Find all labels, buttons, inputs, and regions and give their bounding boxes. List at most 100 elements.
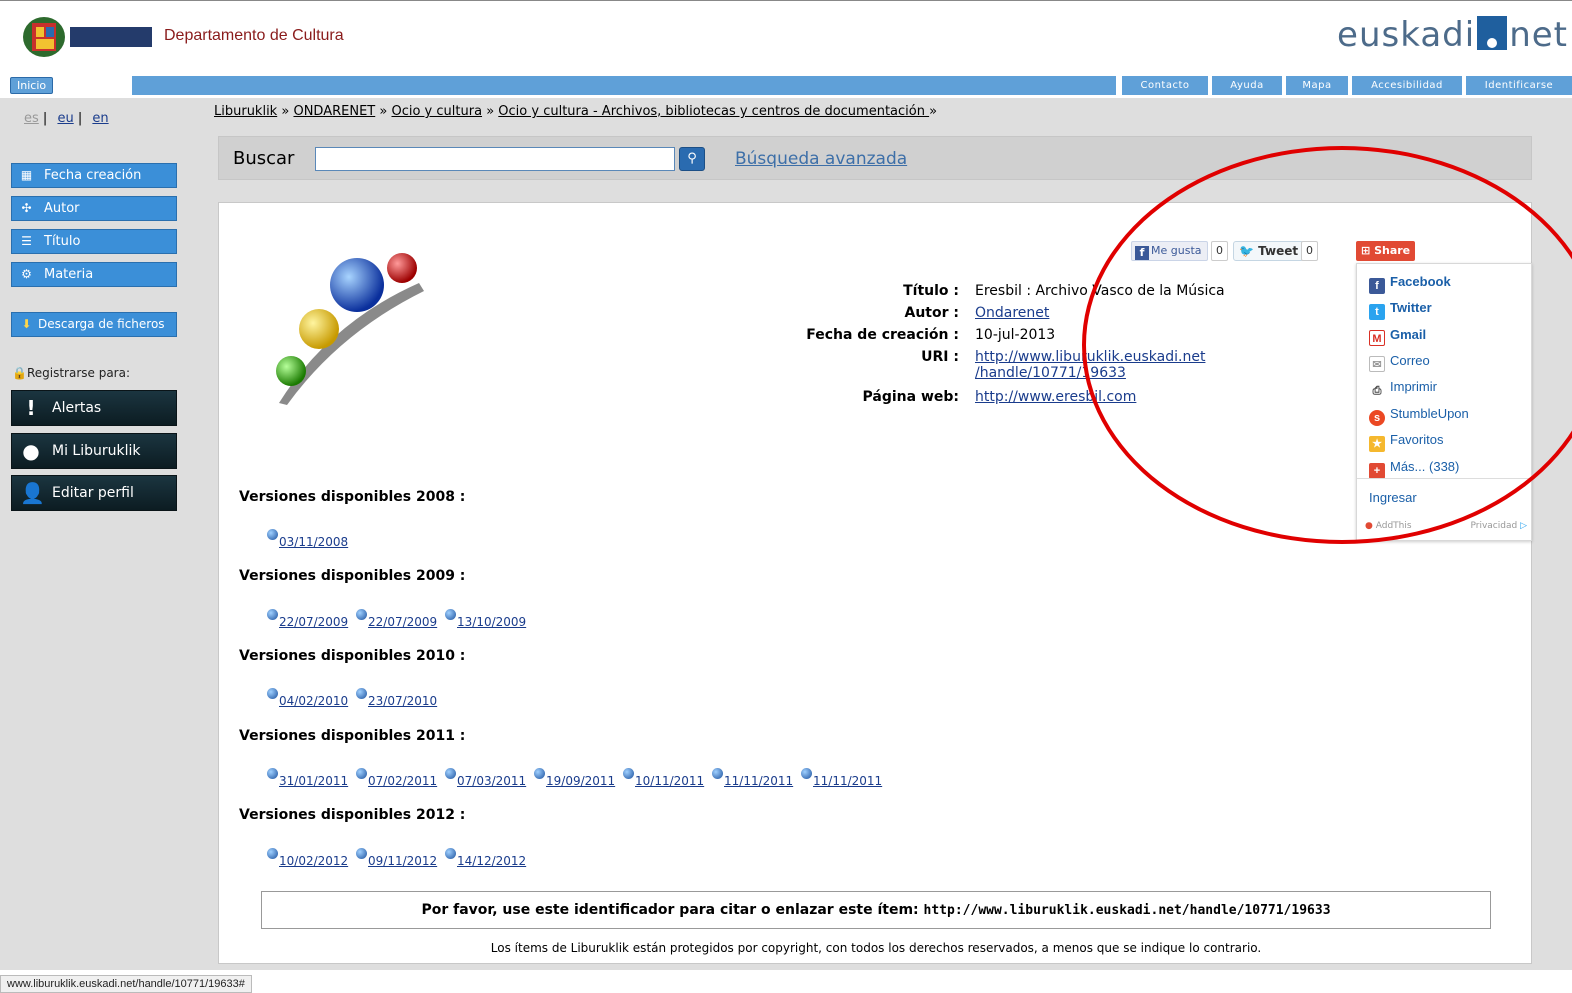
share-gmail[interactable]: M Gmail — [1369, 325, 1426, 346]
tweet-button[interactable]: 🐦 Tweet — [1233, 241, 1305, 261]
breadcrumb-link[interactable]: Ocio y cultura — [391, 104, 482, 119]
globe-icon — [445, 768, 456, 779]
version-link[interactable]: 13/10/2009 — [445, 609, 526, 629]
browser-status-bar: www.liburuklik.euskadi.net/handle/10771/… — [0, 975, 252, 993]
breadcrumb-link[interactable]: Ocio y cultura - Archivos, bibliotecas y… — [498, 104, 929, 119]
nav-ayuda[interactable]: Ayuda — [1212, 76, 1282, 95]
breadcrumb-link[interactable]: ONDARENET — [293, 104, 375, 119]
share-twitter[interactable]: t Twitter — [1369, 298, 1432, 320]
plus-icon: + — [1369, 463, 1385, 479]
lang-es[interactable]: es — [24, 111, 39, 126]
alertas-button[interactable]: ! Alertas — [11, 390, 177, 426]
share-item-label: Favoritos — [1390, 432, 1444, 447]
ingresar-link[interactable]: Ingresar — [1369, 490, 1417, 505]
browse-autor[interactable]: ✣ Autor — [11, 196, 177, 221]
fb-like-label: Me gusta — [1151, 244, 1202, 257]
download-files-button[interactable]: ⬇ Descarga de ficheros — [11, 312, 177, 337]
version-link[interactable]: 23/07/2010 — [356, 688, 437, 708]
facebook-like-button[interactable]: f Me gusta — [1131, 241, 1208, 261]
versions-list: 04/02/2010 23/07/2010 — [267, 688, 441, 708]
editar-perfil-button[interactable]: 👤 Editar perfil — [11, 475, 177, 511]
nav-mapa[interactable]: Mapa — [1286, 76, 1348, 95]
addthis-link[interactable]: ● AddThis — [1365, 521, 1412, 531]
privacidad-label: Privacidad — [1470, 521, 1518, 531]
mi-liburuklik-button[interactable]: ● Mi Liburuklik — [11, 433, 177, 469]
facebook-icon: f — [1135, 246, 1149, 260]
euskadi-net-logo[interactable]: euskadi net — [1337, 15, 1568, 55]
version-date: 11/11/2011 — [724, 774, 794, 788]
citation-url: http://www.liburuklik.euskadi.net/handle… — [923, 903, 1331, 918]
nav-accesibilidad[interactable]: Accesibilidad — [1352, 76, 1462, 95]
register-label-text: Registrarse para: — [26, 366, 131, 380]
alertas-label: Alertas — [52, 400, 102, 416]
share-correo[interactable]: ✉ Correo — [1369, 351, 1430, 372]
meta-web-link[interactable]: http://www.eresbil.com — [975, 389, 1136, 405]
twitter-icon: t — [1369, 304, 1385, 320]
meta-autor-link[interactable]: Ondarenet — [975, 305, 1049, 321]
gmail-icon: M — [1369, 330, 1385, 346]
globe-icon — [356, 609, 367, 620]
globe-icon — [534, 768, 545, 779]
version-link[interactable]: 11/11/2011 — [801, 768, 882, 788]
basque-government-logo[interactable] — [22, 15, 154, 59]
version-date: 03/11/2008 — [279, 535, 349, 549]
version-link[interactable]: 03/11/2008 — [267, 529, 348, 549]
version-link[interactable]: 31/01/2011 — [267, 768, 348, 788]
globe-icon — [445, 848, 456, 859]
breadcrumb: Liburuklik » ONDARENET » Ocio y cultura … — [214, 104, 937, 119]
version-link[interactable]: 11/11/2011 — [712, 768, 793, 788]
browse-fecha-creacion[interactable]: ▦ Fecha creación — [11, 163, 177, 188]
download-label: Descarga de ficheros — [38, 317, 165, 331]
breadcrumb-separator: » — [281, 104, 290, 119]
share-item-label: Imprimir — [1390, 379, 1437, 394]
share-stumbleupon[interactable]: s StumbleUpon — [1369, 404, 1469, 426]
meta-uri-link[interactable]: http://www.liburuklik.euskadi.net/handle… — [975, 349, 1205, 381]
tweet-count: 0 — [1301, 241, 1318, 261]
meta-titulo-value: Eresbil : Archivo Vasco de la Música — [975, 283, 1225, 299]
breadcrumb-link[interactable]: Liburuklik — [214, 104, 277, 119]
copyright-notice: Los ítems de Liburuklik están protegidos… — [490, 941, 1262, 955]
nav-identificarse[interactable]: Identificarse — [1466, 76, 1572, 95]
version-link[interactable]: 22/07/2009 — [267, 609, 348, 629]
meta-label: Autor : — [904, 305, 960, 321]
meta-label: Fecha de creación : — [806, 327, 959, 343]
version-link[interactable]: 04/02/2010 — [267, 688, 348, 708]
advanced-search-link[interactable]: Búsqueda avanzada — [735, 149, 907, 169]
lang-eu[interactable]: eu — [57, 111, 73, 126]
nav-contacto[interactable]: Contacto — [1122, 76, 1208, 95]
share-button[interactable]: ⊞ Share — [1356, 241, 1416, 261]
lang-en[interactable]: en — [92, 111, 108, 126]
share-mas[interactable]: + Más... (338) — [1369, 457, 1459, 479]
version-date: 22/07/2009 — [279, 615, 349, 629]
version-link[interactable]: 19/09/2011 — [534, 768, 615, 788]
share-imprimir[interactable]: ⎙ Imprimir — [1369, 377, 1437, 399]
globe-icon — [267, 848, 278, 859]
share-facebook[interactable]: f Facebook — [1369, 272, 1451, 294]
browse-titulo[interactable]: ☰ Título — [11, 229, 177, 254]
search-input[interactable] — [315, 147, 675, 171]
breadcrumb-separator: » — [486, 104, 495, 119]
browse-materia[interactable]: ⚙ Materia — [11, 262, 177, 287]
privacidad-link[interactable]: Privacidad ▷ — [1471, 521, 1528, 531]
share-item-label: Correo — [1390, 353, 1430, 368]
globe-icon — [267, 529, 278, 540]
version-link[interactable]: 09/11/2012 — [356, 848, 437, 868]
versions-list: 03/11/2008 — [267, 529, 352, 549]
versions-heading: Versiones disponibles 2012 : — [239, 807, 466, 823]
brand-dot-icon — [1477, 16, 1508, 50]
search-bar: Buscar ⚲ Búsqueda avanzada — [218, 136, 1532, 180]
version-link[interactable]: 22/07/2009 — [356, 609, 437, 629]
version-date: 31/01/2011 — [279, 774, 349, 788]
lang-separator: | — [77, 111, 83, 126]
version-link[interactable]: 07/02/2011 — [356, 768, 437, 788]
share-favoritos[interactable]: ★ Favoritos — [1369, 430, 1444, 452]
version-link[interactable]: 10/11/2011 — [623, 768, 704, 788]
department-title[interactable]: Departamento de Cultura — [164, 27, 344, 45]
version-link[interactable]: 07/03/2011 — [445, 768, 526, 788]
inicio-button[interactable]: Inicio — [10, 77, 54, 94]
version-link[interactable]: 10/02/2012 — [267, 848, 348, 868]
search-button[interactable]: ⚲ — [679, 147, 705, 171]
globe-icon — [356, 688, 367, 699]
version-link[interactable]: 14/12/2012 — [445, 848, 526, 868]
plus-icon: ⊞ — [1361, 244, 1371, 257]
